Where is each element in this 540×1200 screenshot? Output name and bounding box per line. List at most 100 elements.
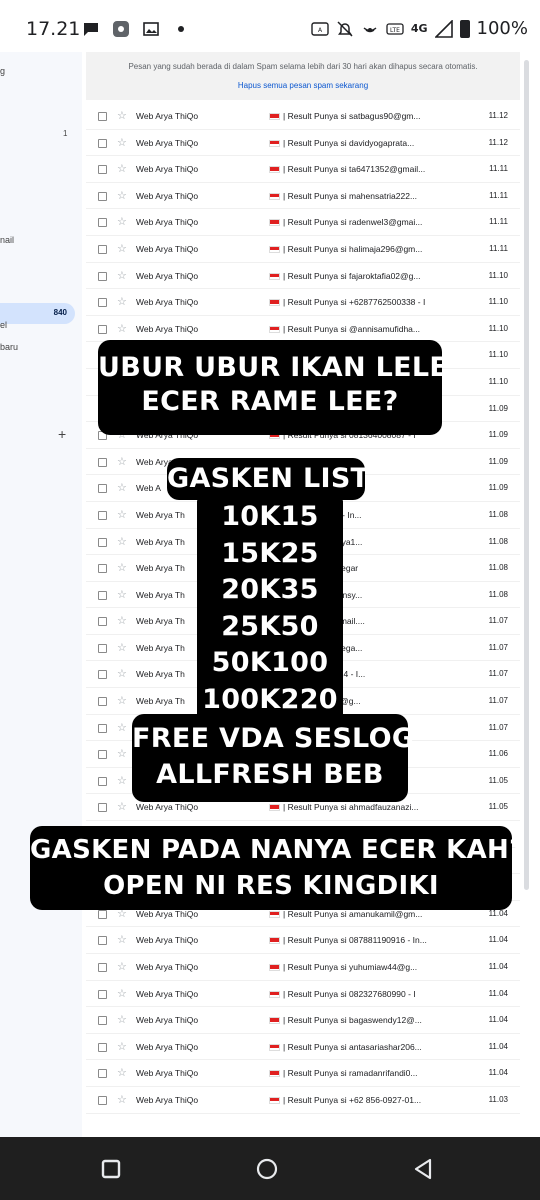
star-icon[interactable]: ☆ xyxy=(117,508,127,521)
select-checkbox[interactable] xyxy=(98,298,107,308)
star-icon[interactable]: ☆ xyxy=(117,614,127,627)
email-row[interactable]: ☆ Web Arya ThiQo | Result Punya si yuhumia… xyxy=(86,954,520,981)
status-bar: 17.21 A LTE 4G 100% xyxy=(0,0,540,56)
select-checkbox[interactable] xyxy=(98,989,107,999)
select-checkbox[interactable] xyxy=(98,590,107,600)
sidebar-item-label[interactable]: baru xyxy=(0,342,18,352)
delete-all-spam-link[interactable]: Hapus semua pesan spam sekarang xyxy=(86,81,520,90)
star-icon[interactable]: ☆ xyxy=(117,322,127,335)
select-checkbox[interactable] xyxy=(98,484,107,494)
star-icon[interactable]: ☆ xyxy=(117,189,127,202)
sidebar-item-label[interactable]: nail xyxy=(0,235,14,245)
back-icon[interactable] xyxy=(411,1157,435,1181)
email-row[interactable]: ☆ Web Arya ThiQo | Result Punya si bagaswe… xyxy=(86,1007,520,1034)
email-date: 11.11 xyxy=(489,190,508,200)
email-row[interactable]: ☆ Web Arya ThiQo | Result Punya si @annisa… xyxy=(86,316,520,343)
star-icon[interactable]: ☆ xyxy=(117,1093,127,1106)
select-checkbox[interactable] xyxy=(98,670,107,680)
select-checkbox[interactable] xyxy=(98,1095,107,1105)
star-icon[interactable]: ☆ xyxy=(117,747,127,760)
select-checkbox[interactable] xyxy=(98,564,107,574)
scrollbar[interactable] xyxy=(524,60,529,890)
select-checkbox[interactable] xyxy=(98,723,107,733)
star-icon[interactable]: ☆ xyxy=(117,1040,127,1053)
star-icon[interactable]: ☆ xyxy=(117,933,127,946)
select-checkbox[interactable] xyxy=(98,112,107,121)
star-icon[interactable]: ☆ xyxy=(117,694,127,707)
email-sender: Web Arya Th xyxy=(136,696,185,707)
email-date: 11.12 xyxy=(488,111,508,120)
sidebar-item-label[interactable]: el xyxy=(0,320,7,330)
select-checkbox[interactable] xyxy=(98,138,107,148)
select-checkbox[interactable] xyxy=(98,963,107,972)
recent-apps-icon[interactable] xyxy=(99,1157,123,1181)
select-checkbox[interactable] xyxy=(98,697,107,707)
star-icon[interactable]: ☆ xyxy=(117,960,127,973)
star-icon[interactable]: ☆ xyxy=(117,455,127,468)
sidebar-item-label[interactable]: g xyxy=(0,66,5,76)
email-row[interactable]: ☆ Web Arya ThiQo | Result Punya si fajarok… xyxy=(86,263,520,290)
star-icon[interactable]: ☆ xyxy=(117,535,127,548)
select-checkbox[interactable] xyxy=(98,218,107,228)
email-sender: Web Arya ThiQo xyxy=(136,802,199,813)
email-row[interactable]: ☆ Web Arya ThiQo | Result Punya si davidyo… xyxy=(86,130,520,157)
email-row[interactable]: ☆ Web Arya ThiQo | Result Punya si antasar… xyxy=(86,1034,520,1061)
email-row[interactable]: ☆ Web Arya ThiQo | Result Punya si ta64713… xyxy=(86,156,520,183)
email-row[interactable]: ☆ Web Arya ThiQo | Result Punya si +62 856… xyxy=(86,1087,520,1114)
select-checkbox[interactable] xyxy=(98,1069,107,1079)
star-icon[interactable]: ☆ xyxy=(117,136,127,149)
email-row[interactable]: ☆ Web Arya ThiQo | Result Punya si 0878811… xyxy=(86,927,520,954)
volte-icon: LTE xyxy=(386,22,404,35)
select-checkbox[interactable] xyxy=(98,510,107,520)
star-icon[interactable]: ☆ xyxy=(117,987,127,1000)
star-icon[interactable]: ☆ xyxy=(117,721,127,734)
star-icon[interactable]: ☆ xyxy=(117,667,127,680)
star-icon[interactable]: ☆ xyxy=(117,1013,127,1026)
email-row[interactable]: ☆ Web Arya ThiQo | Result Punya si satbagu… xyxy=(86,103,520,130)
star-icon[interactable]: ☆ xyxy=(117,162,127,175)
select-checkbox[interactable] xyxy=(98,271,107,281)
email-row[interactable]: ☆ Web Arya ThiQo | Result Punya si halimaj… xyxy=(86,236,520,263)
select-checkbox[interactable] xyxy=(98,1016,107,1026)
email-sender: Web Arya Th xyxy=(136,509,185,520)
select-checkbox[interactable] xyxy=(98,324,107,334)
star-icon[interactable]: ☆ xyxy=(117,774,127,787)
star-icon[interactable]: ☆ xyxy=(117,269,127,282)
select-checkbox[interactable] xyxy=(98,909,107,919)
email-row[interactable]: ☆ Web Arya ThiQo | Result Punya si 0823276… xyxy=(86,981,520,1008)
email-sender: Web Arya Th xyxy=(136,563,185,574)
select-checkbox[interactable] xyxy=(98,776,107,786)
star-icon[interactable]: ☆ xyxy=(117,109,127,122)
star-icon[interactable]: ☆ xyxy=(117,588,127,601)
select-checkbox[interactable] xyxy=(98,165,107,175)
select-checkbox[interactable] xyxy=(98,244,107,254)
star-icon[interactable]: ☆ xyxy=(117,481,127,494)
add-label-button[interactable]: + xyxy=(58,426,66,442)
star-icon[interactable]: ☆ xyxy=(117,215,127,228)
select-checkbox[interactable] xyxy=(98,1042,107,1052)
select-checkbox[interactable] xyxy=(98,643,107,653)
star-icon[interactable]: ☆ xyxy=(117,561,127,574)
star-icon[interactable]: ☆ xyxy=(117,295,127,308)
email-date: 11.07 xyxy=(488,696,508,706)
select-checkbox[interactable] xyxy=(98,617,107,627)
email-subject: | Result Punya si ahmadfauzanazi... xyxy=(283,802,419,813)
star-icon[interactable]: ☆ xyxy=(117,641,127,654)
email-row[interactable]: ☆ Web Arya ThiQo | Result Punya si +628776… xyxy=(86,289,520,316)
email-sender: Web Arya ThiQo xyxy=(136,962,199,972)
star-icon[interactable]: ☆ xyxy=(117,242,127,255)
email-row[interactable]: ☆ Web Arya ThiQo | Result Punya si ramadan… xyxy=(86,1060,520,1087)
home-icon[interactable] xyxy=(255,1157,279,1181)
email-row[interactable]: ☆ Web Arya ThiQo | Result Punya si mahensa… xyxy=(86,183,520,210)
star-icon[interactable]: ☆ xyxy=(117,1066,127,1079)
select-checkbox[interactable] xyxy=(98,191,107,201)
email-date: 11.06 xyxy=(488,749,508,759)
sidebar-item-spam[interactable]: 840 xyxy=(0,303,75,324)
select-checkbox[interactable] xyxy=(98,803,107,813)
select-checkbox[interactable] xyxy=(98,537,107,547)
star-icon[interactable]: ☆ xyxy=(117,800,127,813)
select-checkbox[interactable] xyxy=(98,936,107,946)
select-checkbox[interactable] xyxy=(98,750,107,760)
select-checkbox[interactable] xyxy=(98,457,107,467)
email-row[interactable]: ☆ Web Arya ThiQo | Result Punya si radenwe… xyxy=(86,209,520,236)
